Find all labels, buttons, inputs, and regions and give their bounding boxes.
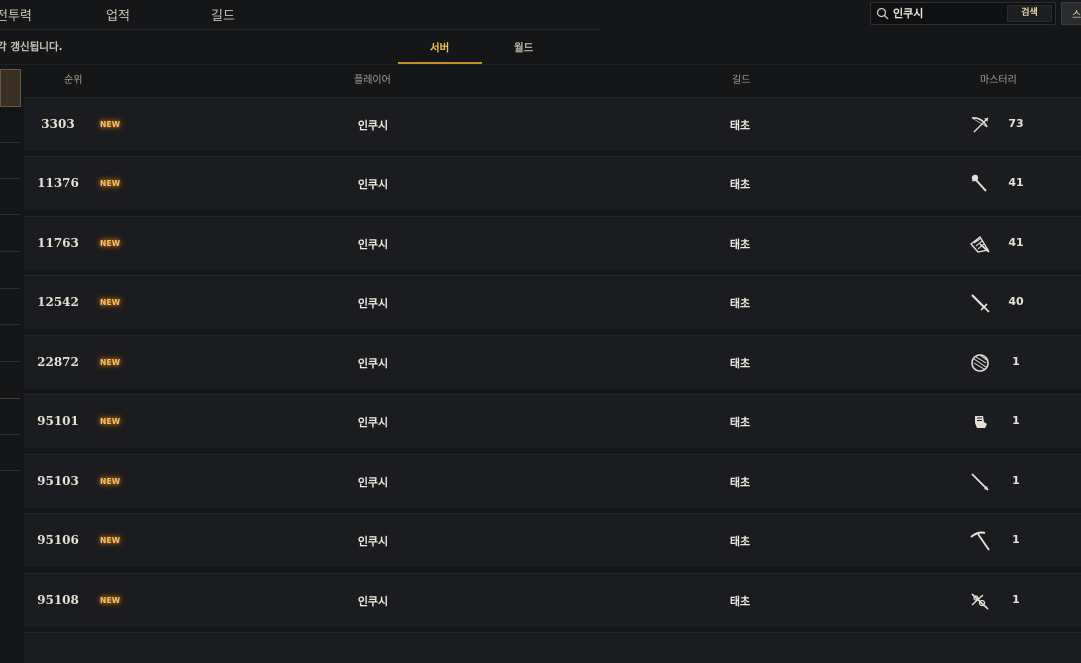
mastery-level: 1 (1012, 474, 1020, 487)
table-row[interactable]: 22872 NEW 인쿠시 태초 1 (24, 335, 1081, 389)
player-name[interactable]: 인쿠시 (344, 593, 402, 609)
header-divider (0, 64, 1081, 65)
search-input[interactable] (893, 4, 998, 21)
table-header: 순위 플레이어 길드 마스터리 (24, 68, 1081, 90)
sidebar-divider (0, 324, 20, 325)
guild-name[interactable]: 태초 (714, 176, 766, 192)
rank-value: 11763 (37, 236, 79, 250)
top-nav: 전투력 업적 길드 검색 스 (0, 0, 1081, 28)
corner-button[interactable]: 스 (1061, 2, 1081, 25)
new-badge: NEW (100, 536, 121, 545)
sidebar-divider (0, 251, 20, 252)
mastery-level: 1 (1012, 533, 1020, 546)
table-row[interactable]: 95103 NEW 인쿠시 태초 1 (24, 454, 1081, 508)
new-badge: NEW (100, 179, 121, 188)
guild-name[interactable]: 태초 (714, 295, 766, 311)
rank-value: 11376 (37, 176, 79, 190)
corner-button-label: 스 (1072, 10, 1081, 21)
guild-name[interactable]: 태초 (714, 414, 766, 430)
new-badge: NEW (100, 358, 121, 367)
pickaxe-icon (970, 531, 990, 551)
guild-name[interactable]: 태초 (714, 593, 766, 609)
sidebar-divider (0, 398, 20, 399)
search-icon (876, 7, 889, 20)
player-name[interactable]: 인쿠시 (344, 414, 402, 430)
sidebar-divider (0, 142, 20, 143)
rank-value: 95108 (37, 593, 79, 607)
rank-value: 12542 (37, 295, 79, 309)
tool-icon (971, 593, 989, 610)
table-row[interactable] (24, 632, 1081, 663)
search-button[interactable]: 검색 (1007, 5, 1052, 22)
header-player: 플레이어 (354, 75, 391, 86)
mastery-level: 73 (1008, 117, 1024, 130)
gauntlet-icon (975, 416, 987, 428)
sidebar-divider (0, 434, 20, 435)
nav-item-achievements[interactable]: 업적 (106, 5, 130, 24)
mastery-level: 40 (1008, 295, 1024, 308)
table-row[interactable]: 95106 NEW 인쿠시 태초 1 (24, 513, 1081, 567)
table-row[interactable]: 12542 NEW 인쿠시 태초 40 (24, 275, 1081, 329)
guild-name[interactable]: 태초 (714, 474, 766, 490)
table-row[interactable]: 11763 NEW 인쿠시 태초 41 (24, 216, 1081, 270)
player-name[interactable]: 인쿠시 (344, 117, 402, 133)
mastery-level: 41 (1008, 176, 1024, 189)
table-row[interactable]: 11376 NEW 인쿠시 태초 41 (24, 156, 1081, 210)
guild-name[interactable]: 태초 (714, 533, 766, 549)
header-guild: 길드 (732, 75, 751, 86)
sidebar-divider (0, 361, 20, 362)
player-name[interactable]: 인쿠시 (344, 474, 402, 490)
nav-item-guild[interactable]: 길드 (211, 5, 235, 24)
sidebar-divider (0, 178, 20, 179)
new-badge: NEW (100, 596, 121, 605)
table-row[interactable]: 95108 NEW 인쿠시 태초 1 (24, 573, 1081, 627)
player-name[interactable]: 인쿠시 (344, 236, 402, 252)
mastery-level: 1 (1012, 593, 1020, 606)
bow-icon (971, 117, 989, 133)
player-name[interactable]: 인쿠시 (344, 176, 402, 192)
shield-icon (971, 354, 989, 372)
header-mastery: 마스터리 (980, 75, 1017, 86)
mastery-level: 1 (1012, 355, 1020, 368)
spear-icon (971, 473, 989, 491)
tab-server[interactable]: 서버 (430, 40, 449, 55)
player-name[interactable]: 인쿠시 (344, 295, 402, 311)
header-rank: 순위 (64, 75, 83, 86)
new-badge: NEW (100, 417, 121, 426)
update-notice: 각 갱신됩니다. (0, 41, 63, 53)
rank-value: 95101 (37, 414, 79, 428)
sidebar-divider (0, 288, 20, 289)
sidebar-divider (0, 470, 20, 471)
guild-name[interactable]: 태초 (714, 236, 766, 252)
new-badge: NEW (100, 239, 121, 248)
guild-name[interactable]: 태초 (714, 117, 766, 133)
mastery-level: 1 (1012, 414, 1020, 427)
crossbow-icon (969, 235, 990, 253)
new-badge: NEW (100, 477, 121, 486)
rank-value: 95106 (37, 533, 79, 547)
player-name[interactable]: 인쿠시 (344, 533, 402, 549)
sword-icon (971, 294, 990, 313)
nav-divider (0, 29, 600, 30)
rank-value: 95103 (37, 474, 79, 488)
new-badge: NEW (100, 298, 121, 307)
search-box: 검색 (870, 2, 1056, 25)
sidebar-divider (0, 214, 20, 215)
new-badge: NEW (100, 120, 121, 129)
sidebar-thumbnail[interactable] (0, 69, 21, 107)
guild-name[interactable]: 태초 (714, 355, 766, 371)
table-row[interactable]: 95101 NEW 인쿠시 태초 1 (24, 394, 1081, 448)
table-row[interactable]: 3303 NEW 인쿠시 태초 73 (24, 97, 1081, 151)
staff-icon (971, 174, 987, 192)
mastery-level: 41 (1008, 236, 1024, 249)
player-name[interactable]: 인쿠시 (344, 355, 402, 371)
rank-value: 22872 (37, 355, 79, 369)
rank-value: 3303 (41, 117, 75, 131)
tab-world[interactable]: 월드 (514, 40, 533, 55)
nav-item-power[interactable]: 전투력 (0, 5, 32, 24)
